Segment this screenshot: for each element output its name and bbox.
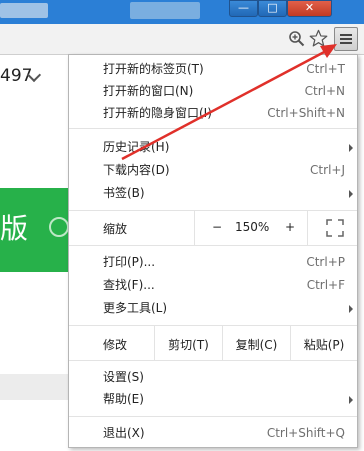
zoom-in-button[interactable]: + xyxy=(285,220,295,234)
menu-item-shortcut: Ctrl+N xyxy=(304,84,345,98)
menu-item-shortcut: Ctrl+T xyxy=(306,62,345,76)
menu-icon[interactable] xyxy=(334,27,358,51)
menu-divider xyxy=(69,416,357,417)
menu-item-label: 退出(X) xyxy=(103,426,145,440)
banner-text: 版 xyxy=(0,212,29,245)
menu-item-label: 打开新的标签页(T) xyxy=(103,62,204,76)
menu-item-label: 帮助(E) xyxy=(103,392,144,406)
menu-item-new-tab[interactable]: 打开新的标签页(T) Ctrl+T xyxy=(69,58,357,80)
bookmark-star-icon[interactable] xyxy=(309,29,328,48)
maximize-button[interactable]: □ xyxy=(258,0,287,17)
menu-item-shortcut: Ctrl+F xyxy=(306,278,345,292)
fullscreen-icon[interactable] xyxy=(326,219,344,237)
cut-button[interactable]: 剪切(T) xyxy=(155,336,222,353)
menu-item-bookmarks[interactable]: 书签(B) xyxy=(69,182,357,204)
menu-item-label: 设置(S) xyxy=(103,370,144,384)
menu-item-exit[interactable]: 退出(X) Ctrl+Shift+Q xyxy=(69,422,357,444)
avatar-icon xyxy=(49,217,69,237)
menu-divider xyxy=(69,245,357,246)
menu-item-label: 书签(B) xyxy=(103,186,145,200)
paste-button[interactable]: 粘贴(P) xyxy=(291,336,357,353)
menu-divider xyxy=(69,360,357,361)
browser-toolbar xyxy=(0,24,364,55)
submenu-arrow-icon xyxy=(349,144,353,152)
menu-item-find[interactable]: 查找(F)... Ctrl+F xyxy=(69,274,357,296)
menu-item-label: 打开新的隐身窗口(I) xyxy=(103,106,212,120)
submenu-arrow-icon xyxy=(349,190,353,198)
menu-item-shortcut: Ctrl+Shift+Q xyxy=(266,426,345,440)
window-title-blurred xyxy=(0,3,48,18)
menu-item-shortcut: Ctrl+P xyxy=(306,255,345,269)
window-titlebar: — □ ✕ xyxy=(0,0,364,24)
menu-item-new-window[interactable]: 打开新的窗口(N) Ctrl+N xyxy=(69,80,357,102)
menu-item-shortcut: Ctrl+Shift+N xyxy=(267,106,345,120)
close-window-button[interactable]: ✕ xyxy=(287,0,332,17)
zoom-label: 缩放 xyxy=(103,222,128,236)
menu-item-label: 更多工具(L) xyxy=(103,301,168,315)
window-tab-blurred xyxy=(130,2,200,19)
zoom-level: 150% xyxy=(235,220,270,234)
copy-button[interactable]: 复制(C) xyxy=(223,336,290,353)
menu-item-print[interactable]: 打印(P)... Ctrl+P xyxy=(69,251,357,273)
submenu-arrow-icon xyxy=(349,305,353,313)
submenu-arrow-icon xyxy=(349,396,353,404)
zoom-out-button[interactable]: − xyxy=(212,220,222,234)
zoom-icon[interactable] xyxy=(288,30,305,47)
browser-main-menu: 打开新的标签页(T) Ctrl+T 打开新的窗口(N) Ctrl+N 打开新的隐… xyxy=(68,54,358,448)
menu-item-label: 打开新的窗口(N) xyxy=(103,84,194,98)
menu-item-more-tools[interactable]: 更多工具(L) xyxy=(69,297,357,319)
grey-band xyxy=(0,374,68,400)
menu-item-settings[interactable]: 设置(S) xyxy=(69,366,357,388)
menu-item-history[interactable]: 历史记录(H) xyxy=(69,136,357,158)
minimize-button[interactable]: — xyxy=(229,0,258,17)
menu-item-label: 历史记录(H) xyxy=(103,140,170,154)
menu-item-new-incognito-window[interactable]: 打开新的隐身窗口(I) Ctrl+Shift+N xyxy=(69,102,357,124)
menu-item-downloads[interactable]: 下载内容(D) Ctrl+J xyxy=(69,159,357,181)
menu-item-label: 查找(F)... xyxy=(103,278,155,292)
zoom-divider xyxy=(194,211,195,245)
menu-item-label: 打印(P)... xyxy=(103,255,156,269)
zoom-divider xyxy=(307,211,308,245)
menu-divider xyxy=(69,128,357,129)
edit-row: 修改 剪切(T) 复制(C) 粘贴(P) xyxy=(69,326,357,360)
zoom-row: 缩放 − 150% + xyxy=(69,211,357,245)
menu-item-help[interactable]: 帮助(E) xyxy=(69,388,357,410)
edit-label: 修改 xyxy=(103,338,128,352)
menu-item-shortcut: Ctrl+J xyxy=(310,163,345,177)
menu-item-label: 下载内容(D) xyxy=(103,163,170,177)
